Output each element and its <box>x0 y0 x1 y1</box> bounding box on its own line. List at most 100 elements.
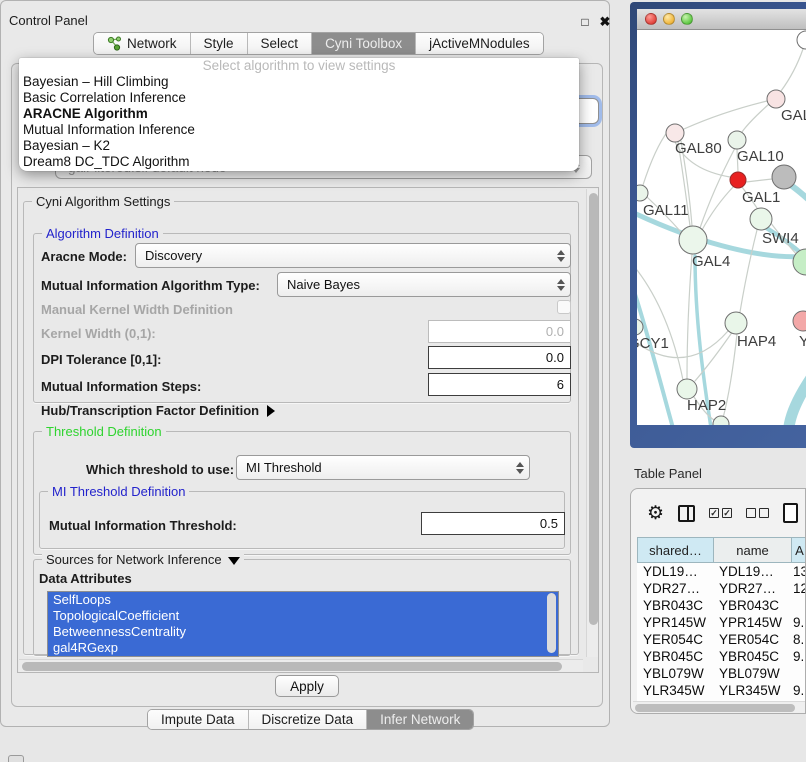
columns-icon[interactable] <box>678 505 695 522</box>
network-node[interactable] <box>767 90 785 108</box>
column-header[interactable]: name <box>713 537 791 563</box>
network-edge[interactable] <box>643 131 668 185</box>
table-cell: YLR345W <box>713 682 791 699</box>
minimize-window-icon[interactable] <box>663 13 675 25</box>
table-cell: YPR145W <box>713 614 791 631</box>
bottom-tab-discretize-data[interactable]: Discretize Data <box>249 710 368 729</box>
table-cell: 9. <box>791 648 806 665</box>
attribute-list-item[interactable]: SelfLoops <box>48 592 558 608</box>
tab-jactivemnodules[interactable]: jActiveMNodules <box>416 33 543 54</box>
network-edge[interactable] <box>740 230 757 312</box>
sources-group-title[interactable]: Sources for Network Inference <box>42 552 244 567</box>
settings-vertical-scrollbar[interactable] <box>586 189 598 657</box>
close-icon[interactable]: ✖ <box>597 14 613 30</box>
algorithm-option[interactable]: Bayesian – K2 <box>19 138 579 154</box>
manual-kernel-width-checkbox[interactable] <box>557 300 571 314</box>
network-view-titlebar[interactable] <box>637 9 806 30</box>
network-node-label: GAL10 <box>737 148 784 165</box>
network-node[interactable] <box>677 379 697 399</box>
algorithm-option[interactable]: Mutual Information Inference <box>19 122 579 138</box>
tab-label: Style <box>204 36 234 51</box>
algorithm-definition-title: Algorithm Definition <box>42 226 163 241</box>
mi-algorithm-type-combo[interactable]: Naive Bayes <box>277 272 571 297</box>
deselect-all-icon[interactable] <box>746 508 769 518</box>
table-row[interactable]: YBR043CYBR043C <box>637 597 806 614</box>
table-cell: YBR045C <box>713 648 791 665</box>
network-node[interactable] <box>679 226 707 254</box>
aracne-mode-combo[interactable]: Discovery <box>135 243 571 268</box>
network-node[interactable] <box>750 208 772 230</box>
table-horizontal-scrollbar[interactable] <box>633 701 805 713</box>
table-row[interactable]: YBL079WYBL079W <box>637 665 806 682</box>
attributes-list-scrollbar[interactable] <box>547 593 556 653</box>
combo-stepper-icon <box>552 279 570 291</box>
close-window-icon[interactable] <box>645 13 657 25</box>
tab-select[interactable]: Select <box>248 33 313 54</box>
column-header[interactable]: A <box>791 537 806 563</box>
attribute-list-item[interactable]: TopologicalCoefficient <box>48 608 558 624</box>
data-attributes-list[interactable]: SelfLoopsTopologicalCoefficientBetweenne… <box>47 591 559 657</box>
apply-button[interactable]: Apply <box>275 675 339 697</box>
table-row[interactable]: YDL19…YDL19…13 <box>637 563 806 580</box>
table-row[interactable]: YLR345WYLR345W9. <box>637 682 806 699</box>
which-threshold-combo[interactable]: MI Threshold <box>236 455 530 480</box>
attribute-list-item[interactable]: gal4RGexp <box>48 640 558 656</box>
network-node[interactable] <box>713 416 729 425</box>
bottom-tab-impute-data[interactable]: Impute Data <box>148 710 249 729</box>
table-row[interactable]: YER054CYER054C8. <box>637 631 806 648</box>
export-table-icon[interactable] <box>783 503 798 523</box>
gear-icon[interactable]: ⚙ <box>647 504 664 523</box>
network-canvas[interactable]: GALGAL80GAL10GAL1GAL11SWI4GAL4GCY1HAP4YH… <box>637 30 806 425</box>
network-edge[interactable] <box>700 148 735 228</box>
attribute-list-item[interactable]: BetweennessCentrality <box>48 624 558 640</box>
tab-cyni-toolbox[interactable]: Cyni Toolbox <box>312 33 416 54</box>
column-header[interactable]: shared… <box>637 537 713 563</box>
network-node[interactable] <box>730 172 746 188</box>
dpi-tolerance-field[interactable]: 0.0 <box>428 346 571 369</box>
table-row[interactable]: YPR145WYPR145W9. <box>637 614 806 631</box>
algorithm-option[interactable]: Dream8 DC_TDC Algorithm <box>19 154 579 170</box>
hub-definition-expander[interactable]: Hub/Transcription Factor Definition <box>41 403 275 418</box>
select-all-icon[interactable]: ✓✓ <box>709 508 732 518</box>
mi-steps-field[interactable]: 6 <box>428 373 571 396</box>
tab-network[interactable]: Network <box>94 33 191 54</box>
which-threshold-label: Which threshold to use: <box>86 462 234 477</box>
network-edge[interactable] <box>788 378 806 425</box>
network-node-label: GAL1 <box>742 189 780 206</box>
tab-style[interactable]: Style <box>191 33 248 54</box>
docked-panel-icon[interactable] <box>8 755 24 762</box>
network-node[interactable] <box>725 312 747 334</box>
network-icon <box>107 36 122 51</box>
network-node[interactable] <box>793 311 806 331</box>
network-edge[interactable] <box>742 104 769 132</box>
table-cell <box>791 665 806 682</box>
algorithm-option[interactable]: Basic Correlation Inference <box>19 90 579 106</box>
table-cell: YBR043C <box>713 597 791 614</box>
network-edge[interactable] <box>781 49 803 91</box>
algorithm-option[interactable]: ARACNE Algorithm <box>19 106 579 122</box>
mi-threshold-field[interactable]: 0.5 <box>421 512 565 535</box>
table-row[interactable]: YBR045CYBR045C9. <box>637 648 806 665</box>
float-window-icon[interactable]: □ <box>577 14 593 30</box>
network-edge[interactable] <box>687 254 692 379</box>
settings-horizontal-scrollbar[interactable] <box>19 659 583 672</box>
network-node[interactable] <box>797 31 806 49</box>
network-node[interactable] <box>728 131 746 149</box>
network-node[interactable] <box>637 185 648 201</box>
control-panel-tabbar: Network Style SelectCyni ToolboxjActiveMNo… <box>93 32 544 55</box>
network-node[interactable] <box>772 165 796 189</box>
hub-definition-label: Hub/Transcription Factor Definition <box>41 403 259 418</box>
table-cell: YDR27… <box>637 580 713 597</box>
kernel-width-field[interactable]: 0.0 <box>428 320 571 343</box>
bottom-tab-infer-network[interactable]: Infer Network <box>367 710 473 729</box>
algorithm-option[interactable]: Bayesian – Hill Climbing <box>19 74 579 90</box>
algorithm-dropdown-items: Bayesian – Hill ClimbingBasic Correlatio… <box>19 74 579 170</box>
table-panel-toolbar: ⚙ ✓✓ <box>631 489 805 537</box>
table-row[interactable]: YDR27…YDR27…12 <box>637 580 806 597</box>
aracne-mode-value: Discovery <box>145 248 202 263</box>
network-edge[interactable] <box>684 101 767 129</box>
network-edge[interactable] <box>746 179 772 182</box>
zoom-window-icon[interactable] <box>681 13 693 25</box>
mi-threshold-group-title: MI Threshold Definition <box>48 484 189 499</box>
table-cell: YDR27… <box>713 580 791 597</box>
